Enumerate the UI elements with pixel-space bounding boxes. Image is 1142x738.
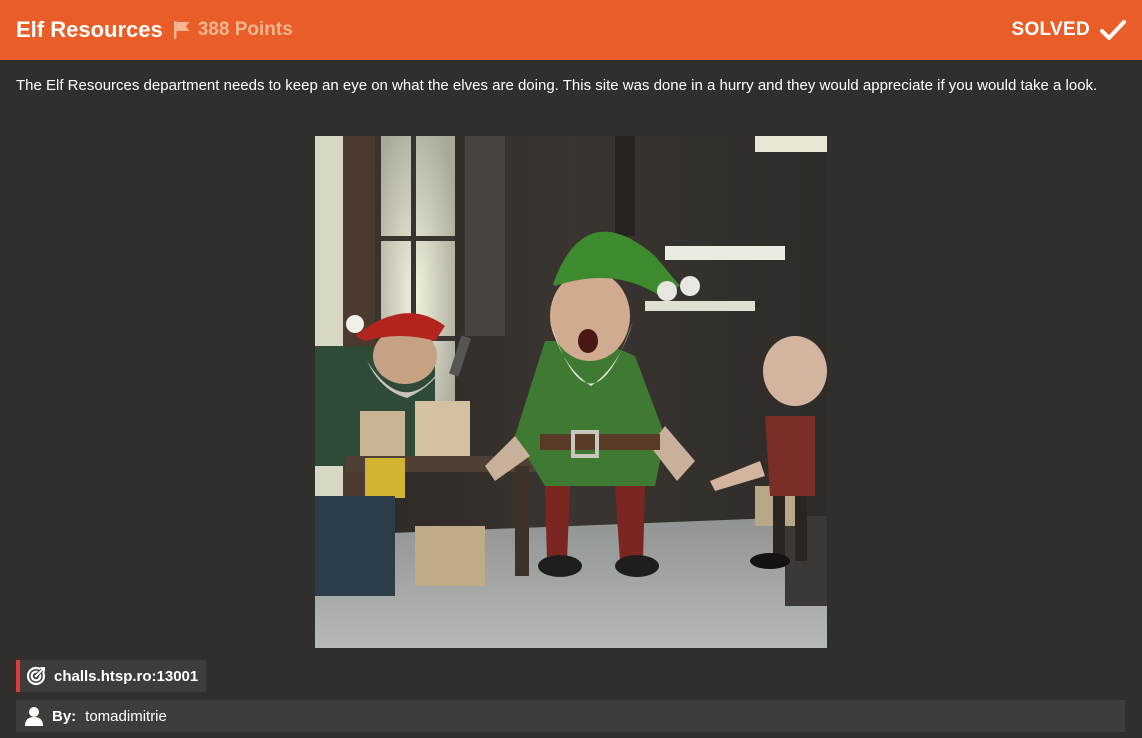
challenge-image — [315, 136, 827, 648]
target-icon — [26, 666, 46, 686]
challenge-title: Elf Resources — [16, 17, 163, 42]
header-left: Elf Resources 388 Points — [16, 17, 293, 43]
challenge-description: The Elf Resources department needs to ke… — [16, 77, 1098, 94]
challenge-header: Elf Resources 388 Points SOLVED — [0, 0, 1142, 60]
author-bar: By: tomadimitrie — [16, 700, 1125, 732]
solved-label: SOLVED — [1011, 19, 1090, 40]
author-name: tomadimitrie — [85, 707, 167, 725]
solved-status: SOLVED — [1011, 19, 1126, 41]
user-icon — [24, 706, 44, 726]
author-label: By: — [52, 707, 77, 725]
flag-icon — [173, 20, 191, 40]
connection-address[interactable]: challs.htsp.ro:13001 — [54, 668, 198, 685]
check-icon — [1100, 19, 1126, 41]
connection-info[interactable]: challs.htsp.ro:13001 — [16, 660, 207, 692]
challenge-points: 388 Points — [197, 19, 293, 40]
